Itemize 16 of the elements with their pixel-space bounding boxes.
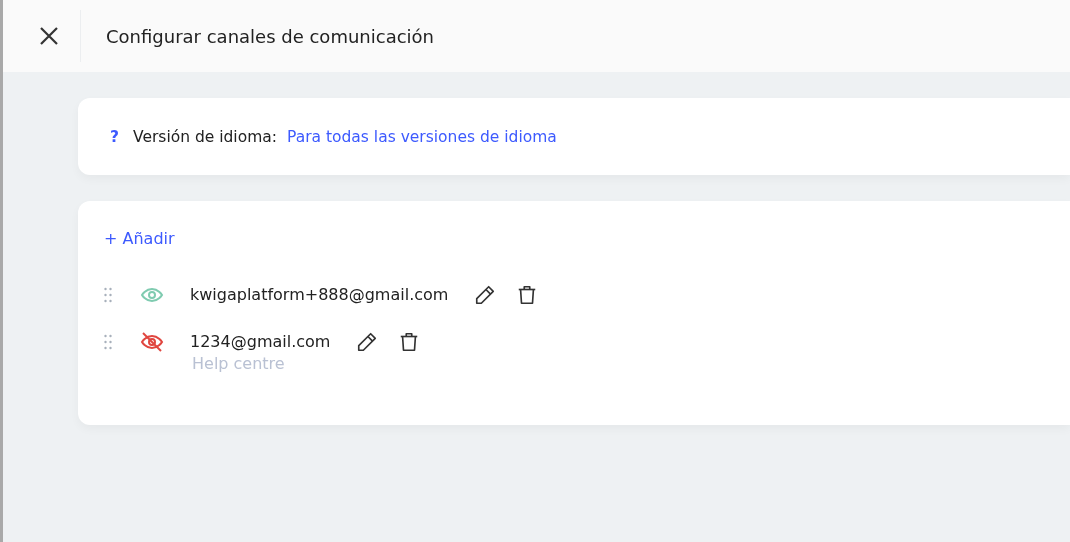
panel-title: Configurar canales de comunicación xyxy=(106,25,434,47)
help-icon[interactable]: ? xyxy=(110,127,119,146)
drag-handle-icon[interactable] xyxy=(104,286,112,303)
language-link[interactable]: Para todas las versiones de idioma xyxy=(287,127,557,146)
eye-off-icon[interactable] xyxy=(140,329,164,354)
close-icon xyxy=(38,26,59,46)
pencil-icon xyxy=(474,283,497,306)
pencil-icon xyxy=(356,330,379,353)
channel-subtitle: Help centre xyxy=(192,354,286,373)
drag-handle-icon[interactable] xyxy=(104,333,112,350)
edit-button[interactable] xyxy=(474,283,497,306)
channel-email: kwigaplatform+888@gmail.com xyxy=(190,285,449,304)
edit-button[interactable] xyxy=(356,330,379,353)
channel-email: 1234@gmail.com xyxy=(190,332,331,351)
language-label: Versión de idioma: xyxy=(133,127,277,146)
add-button[interactable]: + Añadir xyxy=(104,229,175,248)
